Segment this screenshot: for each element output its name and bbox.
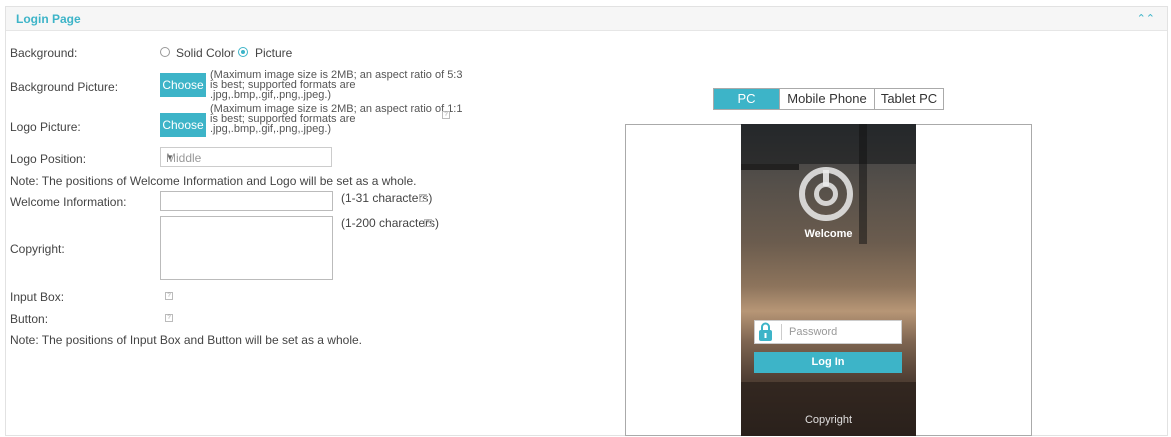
preview-copyright-text: Copyright xyxy=(804,414,853,426)
logo-picture-choose-button[interactable]: Choose xyxy=(160,113,206,137)
chevrons-up-icon[interactable]: ⌃⌃ xyxy=(1137,12,1155,25)
login-preview: Welcome Password Log In Copyright xyxy=(741,124,916,436)
copyright-label: Copyright: xyxy=(10,242,65,256)
tab-mobile-phone[interactable]: Mobile Phone xyxy=(780,89,875,109)
background-image-deck xyxy=(741,382,916,436)
button-label: Button: xyxy=(10,312,49,326)
panel-title: Login Page xyxy=(16,12,81,26)
logo-picture-hint-line3: .jpg,.bmp,.gif,.png,.jpeg.) xyxy=(210,123,332,135)
background-solid-color-label: Solid Color xyxy=(176,46,235,60)
welcome-information-label: Welcome Information: xyxy=(10,195,127,209)
background-label: Background: xyxy=(10,46,78,60)
info-icon[interactable]: ? xyxy=(419,194,427,202)
chevron-down-icon: ▼ xyxy=(166,153,174,162)
device-tabs: PC Mobile Phone Tablet PC xyxy=(713,88,944,110)
info-icon[interactable]: ? xyxy=(424,219,432,227)
input-box-label: Input Box: xyxy=(10,290,65,304)
info-icon[interactable]: ? xyxy=(165,314,173,322)
note-welcome-logo: Note: The positions of Welcome Informati… xyxy=(10,174,417,188)
tab-tablet-pc[interactable]: Tablet PC xyxy=(875,89,943,109)
password-separator xyxy=(781,324,782,340)
welcome-information-input[interactable] xyxy=(160,191,333,211)
lock-icon xyxy=(755,321,779,343)
logo-bar xyxy=(823,170,829,186)
background-solid-color-radio[interactable] xyxy=(160,47,170,57)
panel-header[interactable]: Login Page ⌃⌃ xyxy=(6,7,1167,31)
background-image-building xyxy=(741,124,916,164)
background-picture-label: Picture xyxy=(255,46,293,60)
preview-password-placeholder: Password xyxy=(789,326,838,338)
preview-login-button[interactable]: Log In xyxy=(754,352,902,373)
preview-welcome-text: Welcome xyxy=(804,228,853,240)
logo-picture-hint: (Maximum image size is 2MB; an aspect ra… xyxy=(210,104,462,135)
background-image-balcony xyxy=(741,164,799,170)
info-icon[interactable]: ? xyxy=(165,292,173,300)
background-picture-hint-line3: .jpg,.bmp,.gif,.png,.jpeg.) xyxy=(210,89,332,101)
background-picture-hint: (Maximum image size is 2MB; an aspect ra… xyxy=(210,70,462,101)
logo-position-label: Logo Position: xyxy=(10,152,87,166)
logo-picture-label: Logo Picture: xyxy=(10,120,81,134)
background-picture-label: Background Picture: xyxy=(10,80,119,94)
background-picture-radio[interactable] xyxy=(238,47,248,57)
info-icon[interactable]: ? xyxy=(442,111,450,119)
preview-password-input[interactable]: Password xyxy=(754,320,902,344)
logo-position-select[interactable]: Middle ▼ xyxy=(160,147,332,167)
note-inputbox-button: Note: The positions of Input Box and But… xyxy=(10,333,362,347)
background-picture-choose-button[interactable]: Choose xyxy=(160,73,206,97)
tab-pc[interactable]: PC xyxy=(714,89,780,109)
background-image-column xyxy=(859,124,867,244)
copyright-textarea[interactable] xyxy=(160,216,333,280)
